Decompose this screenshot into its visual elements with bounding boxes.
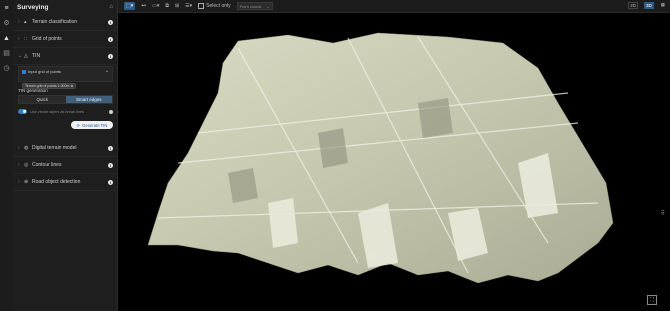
surveying-panel: Surveying ⌂ › ▴ Terrain classification i… xyxy=(13,0,118,311)
terrain-class-icon: ▴ xyxy=(24,19,27,25)
section-terrain-classification[interactable]: › ▴ Terrain classification i xyxy=(13,14,117,31)
info-icon[interactable]: i xyxy=(108,179,113,185)
tin-icon: ◬ xyxy=(24,53,28,59)
terrain-icon[interactable]: ▲ xyxy=(0,33,13,45)
input-chip-label: Terrain grid of points 1.000m xyxy=(25,84,70,88)
overflow-icon[interactable]: ▦ xyxy=(660,2,666,9)
layer-color-swatch xyxy=(22,69,26,74)
section-tin[interactable]: ⌄ ◬ TIN i xyxy=(13,48,117,65)
drag-handle-icon[interactable]: ⠿ xyxy=(661,210,665,217)
point-clouds-placeholder: Point clouds xyxy=(239,3,262,9)
select-tool-icon[interactable]: ⬚▾ xyxy=(124,2,136,10)
view-switch: 2D 3D ▦ xyxy=(622,2,666,9)
info-icon[interactable]: i xyxy=(108,36,113,42)
chevron-down-icon[interactable]: ⌄ xyxy=(105,68,109,74)
input-chip[interactable]: Terrain grid of points 1.000m ⊗ xyxy=(22,83,77,89)
section-digital-terrain-model[interactable]: › ◍ Digital terrain model i xyxy=(13,140,117,157)
input-grid-card[interactable]: Input grid of points ⌄ Terrain grid of p… xyxy=(18,66,113,89)
road-icon: ⊕ xyxy=(24,179,29,185)
history-icon[interactable]: ◷ xyxy=(0,63,13,75)
section-grid-of-points[interactable]: › ∷ Grid of points i xyxy=(13,31,117,48)
pin-icon[interactable]: ⌂ xyxy=(109,4,113,10)
section-road-object-detection[interactable]: › ⊕ Road object detection i xyxy=(13,174,117,191)
layers-tool-icon[interactable]: ☰▾ xyxy=(185,3,192,9)
chevron-down-icon: ⌄ xyxy=(266,3,270,9)
pin-tool-icon[interactable]: ⌖▾ xyxy=(141,3,146,9)
info-icon[interactable] xyxy=(109,109,113,114)
info-icon[interactable]: i xyxy=(108,145,113,151)
info-icon[interactable]: i xyxy=(108,162,113,168)
section-label: TIN xyxy=(32,53,41,59)
info-icon[interactable]: i xyxy=(108,19,113,25)
section-label: Road object detection xyxy=(32,179,81,185)
grid-points-icon: ∷ xyxy=(24,36,28,42)
refresh-icon: ⟳ xyxy=(76,122,81,128)
grid-tool-icon[interactable]: ⊞ xyxy=(175,3,179,9)
fullscreen-icon[interactable]: ⛶ xyxy=(647,295,657,305)
point-clouds-dropdown[interactable]: Point clouds ⌄ xyxy=(236,2,273,10)
info-icon[interactable]: i xyxy=(108,53,113,59)
left-rail: ≡ ⚙ ▲ ▤ ◷ xyxy=(0,0,14,311)
layers-icon[interactable]: ≡ xyxy=(0,3,13,15)
section-label: Grid of points xyxy=(32,36,62,42)
select-only-checkbox[interactable]: Select only xyxy=(198,3,231,9)
crop-tool-icon[interactable]: ⧉ xyxy=(165,3,169,9)
tin-mesh xyxy=(147,32,614,284)
section-label: Terrain classification xyxy=(32,19,78,25)
view-2d-button[interactable]: 2D xyxy=(628,2,638,9)
mode-quick[interactable]: Quick xyxy=(19,96,66,103)
view-3d-button[interactable]: 3D xyxy=(643,2,654,9)
mode-smart-edges[interactable]: Smart edges xyxy=(65,96,112,103)
dtm-icon: ◍ xyxy=(24,145,29,151)
panel-title: Surveying xyxy=(17,3,49,11)
3d-viewport[interactable]: ⠿ ⛶ xyxy=(118,13,670,311)
generate-tin-button[interactable]: ⟳ Generate TIN xyxy=(71,121,113,129)
document-icon[interactable]: ▤ xyxy=(0,48,13,60)
checkbox-box xyxy=(198,3,205,9)
settings-icon[interactable]: ⚙ xyxy=(0,18,13,30)
panel-header: Surveying ⌂ xyxy=(13,0,117,14)
viewport-toolbar: ⬚▾ ⌖▾ ▭▾ ⧉ ⊞ ☰▾ Select only Point clouds… xyxy=(118,0,670,13)
select-only-label: Select only xyxy=(206,3,231,9)
camera-tool-icon[interactable]: ▭▾ xyxy=(152,3,159,9)
section-label: Contour lines xyxy=(32,162,62,168)
input-label: Input grid of points xyxy=(28,69,61,74)
toggle-label: Use vector layers as break lines xyxy=(30,109,84,114)
generate-label: Generate TIN xyxy=(82,122,108,128)
section-label: Digital terrain model xyxy=(32,145,77,151)
contour-icon: ◎ xyxy=(24,162,29,168)
lower-sections: › ◍ Digital terrain model i › ◎ Contour … xyxy=(13,140,117,191)
break-lines-toggle[interactable] xyxy=(18,109,27,114)
mode-selector: Quick Smart edges xyxy=(18,95,113,104)
break-lines-toggle-row: Use vector layers as break lines xyxy=(18,109,113,114)
section-contour-lines[interactable]: › ◎ Contour lines i xyxy=(13,157,117,174)
